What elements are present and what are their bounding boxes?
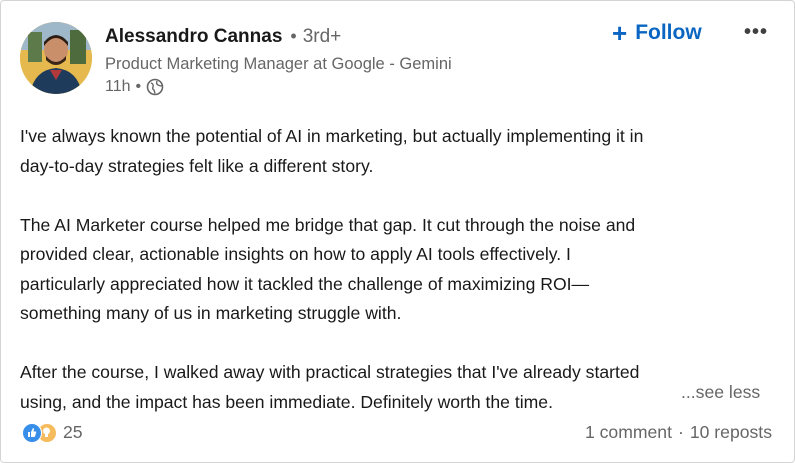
reactions-summary[interactable]: 25 bbox=[22, 422, 83, 443]
post-line: something many of us in marketing strugg… bbox=[20, 303, 402, 323]
author-name[interactable]: Alessandro Cannas bbox=[105, 26, 282, 48]
post-text: I've always known the potential of AI in… bbox=[20, 122, 785, 417]
more-options-icon[interactable]: ••• bbox=[739, 19, 773, 45]
reaction-count: 25 bbox=[63, 422, 83, 442]
post-time: 11h bbox=[105, 78, 131, 95]
post-line: day-to-day strategies felt like a differ… bbox=[20, 155, 374, 176]
see-less-link[interactable]: ...see less bbox=[681, 381, 760, 403]
comments-count[interactable]: 1 comment bbox=[585, 422, 672, 443]
post-line: particularly appreciated how it tackled … bbox=[20, 273, 590, 294]
follow-button[interactable]: + Follow bbox=[612, 18, 702, 48]
post-paragraph: After the course, I walked away with pra… bbox=[20, 358, 785, 417]
plus-icon: + bbox=[612, 18, 628, 48]
follow-label: Follow bbox=[635, 21, 702, 44]
post-line: I've always known the potential of AI in… bbox=[20, 126, 644, 146]
globe-icon bbox=[146, 78, 164, 96]
separator-dot: • bbox=[290, 26, 297, 46]
avatar[interactable] bbox=[20, 22, 92, 94]
avatar-image bbox=[20, 22, 92, 94]
post-line: using, and the impact has been immediate… bbox=[20, 391, 553, 412]
post-line: After the course, I walked away with pra… bbox=[20, 362, 640, 382]
author-headline: Product Marketing Manager at Google - Ge… bbox=[105, 55, 452, 73]
connection-degree: 3rd+ bbox=[302, 26, 342, 47]
post-card: Alessandro Cannas • 3rd+ Product Marketi… bbox=[0, 0, 795, 463]
post-line: The AI Marketer course helped me bridge … bbox=[20, 214, 636, 235]
reposts-count[interactable]: 10 reposts bbox=[690, 422, 772, 443]
post-meta: 11h • bbox=[105, 78, 164, 96]
separator-dot: • bbox=[135, 78, 142, 95]
post-paragraph: I've always known the potential of AI in… bbox=[20, 122, 785, 181]
like-icon bbox=[22, 422, 42, 443]
post-paragraph: The AI Marketer course helped me bridge … bbox=[20, 211, 785, 329]
social-counts: 1 comment · 10 reposts bbox=[585, 422, 772, 443]
post-line: provided clear, actionable insights on h… bbox=[20, 244, 571, 264]
separator-dot: · bbox=[677, 422, 684, 442]
author-info: Alessandro Cannas • 3rd+ bbox=[105, 26, 341, 48]
